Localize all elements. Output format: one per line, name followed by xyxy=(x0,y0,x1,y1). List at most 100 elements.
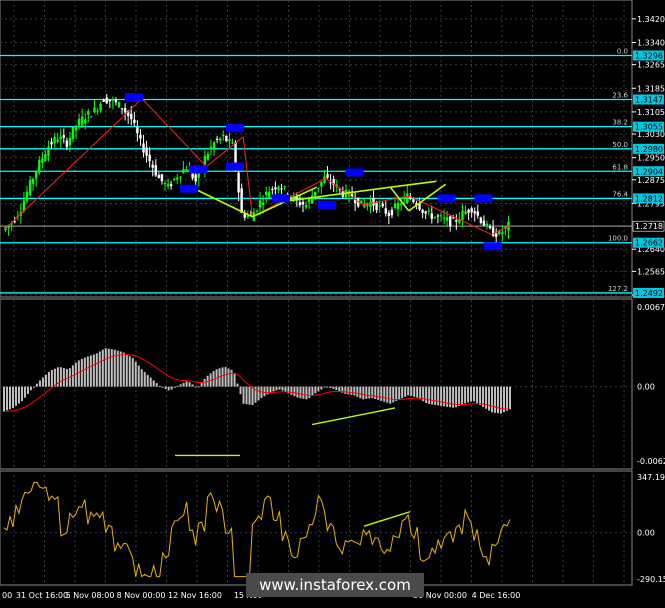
candle-body xyxy=(421,209,424,213)
fib-ratio-label: 127.2 xyxy=(608,285,628,293)
candle-body xyxy=(381,203,384,207)
watermark: www.instaforex.com xyxy=(246,573,424,597)
candle-body xyxy=(461,210,464,221)
level-marker xyxy=(318,200,336,209)
macd-histogram-bar xyxy=(38,380,41,387)
macd-histogram-bar xyxy=(398,386,401,400)
candle-body xyxy=(179,176,182,178)
macd-histogram-bar xyxy=(344,386,347,394)
macd-histogram-bar xyxy=(281,386,284,391)
macd-histogram-bar xyxy=(434,386,437,405)
macd-histogram-bar xyxy=(200,382,203,387)
candle-body xyxy=(44,154,47,161)
candle-body xyxy=(25,191,29,201)
candle-body xyxy=(311,195,314,204)
macd-histogram-bar xyxy=(410,386,413,396)
candle-body xyxy=(28,179,32,196)
macd-histogram-bar xyxy=(8,386,11,410)
candle-body xyxy=(194,174,197,182)
macd-histogram-bar xyxy=(257,386,260,401)
candle-body xyxy=(258,200,262,208)
candle-body xyxy=(166,183,170,186)
candle-body xyxy=(209,146,213,150)
candle-body xyxy=(59,136,62,140)
macd-histogram-bar xyxy=(191,384,194,387)
time-axis-label: 31 Oct 16:00 xyxy=(16,591,68,600)
candle-body xyxy=(185,168,188,171)
candle-body xyxy=(176,177,179,180)
macd-histogram-bar xyxy=(467,386,470,403)
price-tick-label: 1.3420 xyxy=(637,15,665,24)
macd-histogram-bar xyxy=(392,386,395,403)
macd-histogram-bar xyxy=(497,386,500,414)
candle-body xyxy=(222,134,225,137)
candle-body xyxy=(154,165,157,176)
candle-body xyxy=(160,174,164,182)
macd-histogram-bar xyxy=(395,386,398,401)
macd-histogram-bar xyxy=(62,368,65,387)
candle-body xyxy=(280,188,283,190)
macd-histogram-bar xyxy=(116,350,119,387)
macd-histogram-bar xyxy=(449,386,452,408)
level-marker xyxy=(437,194,456,203)
macd-histogram-bar xyxy=(338,386,341,392)
current-price-label: 1.2718 xyxy=(635,222,663,231)
candle-body xyxy=(142,143,145,153)
macd-histogram-bar xyxy=(296,386,299,398)
macd-histogram-bar xyxy=(173,386,176,388)
candle-body xyxy=(372,197,375,206)
candle-body xyxy=(495,233,498,237)
candle-body xyxy=(304,204,308,208)
macd-histogram-bar xyxy=(443,386,446,407)
macd-histogram-bar xyxy=(266,386,269,395)
fib-price-label: 1.2904 xyxy=(635,167,663,176)
candle-body xyxy=(151,164,154,168)
candle-body xyxy=(105,97,108,104)
candle-body xyxy=(84,119,87,124)
cci-tick-label: -290.156 xyxy=(637,575,665,584)
macd-histogram-bar xyxy=(11,386,14,409)
candle-body xyxy=(62,135,65,138)
time-axis-label: 4 Dec 16:00 xyxy=(472,591,521,600)
candle-body xyxy=(261,202,265,205)
candle-body xyxy=(479,217,483,224)
macd-histogram-bar xyxy=(131,358,134,387)
macd-histogram-bar xyxy=(269,386,272,393)
candle-body xyxy=(117,102,121,108)
macd-histogram-bar xyxy=(50,370,53,387)
candle-body xyxy=(71,127,75,140)
candle-body xyxy=(314,192,317,196)
macd-histogram-bar xyxy=(437,386,440,406)
candle-body xyxy=(169,184,173,187)
candle-body xyxy=(231,142,234,144)
candle-body xyxy=(317,187,320,189)
price-tick-label: 1.2565 xyxy=(637,267,665,276)
macd-tick-label: 0.00 xyxy=(637,383,655,392)
macd-histogram-bar xyxy=(440,386,443,406)
trend-line xyxy=(390,180,437,188)
fib-price-label: 1.2812 xyxy=(635,194,663,203)
macd-histogram-bar xyxy=(20,386,23,402)
macd-histogram-bar xyxy=(383,386,386,402)
macd-histogram-bar xyxy=(485,386,488,409)
macd-histogram-bar xyxy=(158,385,161,387)
macd-histogram-bar xyxy=(350,386,353,395)
macd-histogram-bar xyxy=(335,386,338,390)
candle-body xyxy=(120,108,124,110)
macd-histogram-bar xyxy=(311,386,314,396)
candle-body xyxy=(467,209,470,213)
macd-histogram-bar xyxy=(89,355,92,387)
price-tick-label: 1.2950 xyxy=(637,154,665,163)
macd-histogram-bar xyxy=(293,386,296,397)
macd-histogram-bar xyxy=(425,386,428,404)
macd-histogram-bar xyxy=(137,365,140,387)
macd-histogram-bar xyxy=(98,351,101,387)
candle-body xyxy=(449,216,452,227)
candle-body xyxy=(139,134,142,139)
macd-histogram-bar xyxy=(491,386,494,413)
price-tick-label: 1.2875 xyxy=(637,176,665,185)
macd-histogram-bar xyxy=(362,386,365,400)
fib-price-label: 1.2492 xyxy=(635,289,663,298)
level-marker xyxy=(272,194,290,203)
candle-body xyxy=(271,188,274,190)
